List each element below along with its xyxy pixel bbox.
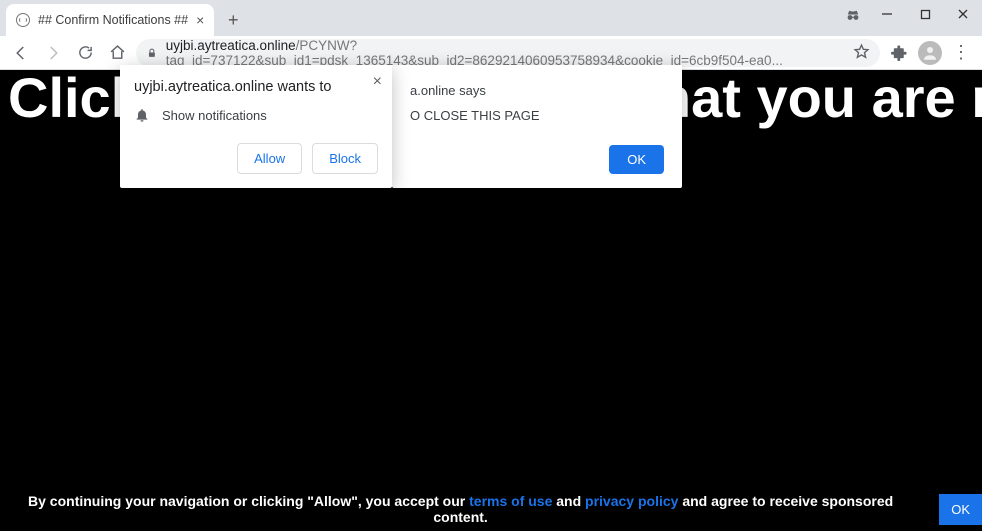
alert-origin: a.online says bbox=[410, 83, 664, 98]
permission-capability-row: Show notifications bbox=[134, 107, 378, 123]
allow-button[interactable]: Allow bbox=[237, 143, 302, 174]
block-button[interactable]: Block bbox=[312, 143, 378, 174]
url-host: uyjbi.aytreatica.online bbox=[166, 38, 296, 53]
consent-pre: By continuing your navigation or clickin… bbox=[28, 493, 469, 509]
close-window-button[interactable] bbox=[944, 0, 982, 28]
extensions-button[interactable] bbox=[886, 40, 912, 66]
address-bar[interactable]: uyjbi.aytreatica.online/PCYNW?tag_id=737… bbox=[136, 39, 880, 67]
dialog-stack: × uyjbi.aytreatica.online wants to Show … bbox=[120, 65, 682, 188]
tab-title: ## Confirm Notifications ## bbox=[38, 13, 188, 27]
alert-ok-button[interactable]: OK bbox=[609, 145, 664, 174]
new-tab-button[interactable]: + bbox=[220, 7, 246, 33]
window-controls bbox=[868, 0, 982, 28]
bookmark-star-icon[interactable] bbox=[853, 43, 870, 63]
lock-icon bbox=[146, 46, 158, 60]
javascript-alert: a.online says O CLOSE THIS PAGE OK bbox=[392, 65, 682, 188]
url-display: uyjbi.aytreatica.online/PCYNW?tag_id=737… bbox=[166, 38, 845, 68]
consent-bar: By continuing your navigation or clickin… bbox=[0, 493, 982, 525]
globe-icon bbox=[16, 13, 30, 27]
bell-icon bbox=[134, 107, 150, 123]
browser-menu-button[interactable]: ⋮ bbox=[948, 40, 974, 66]
terms-link[interactable]: terms of use bbox=[469, 493, 552, 509]
back-button[interactable] bbox=[8, 40, 34, 66]
popup-close-icon[interactable]: × bbox=[373, 73, 382, 91]
maximize-button[interactable] bbox=[906, 0, 944, 28]
browser-tab[interactable]: ## Confirm Notifications ## × bbox=[6, 4, 214, 36]
minimize-button[interactable] bbox=[868, 0, 906, 28]
permission-capability: Show notifications bbox=[162, 108, 267, 123]
permission-origin: uyjbi.aytreatica.online wants to bbox=[134, 79, 378, 95]
profile-avatar[interactable] bbox=[918, 41, 942, 65]
notification-permission-popup: × uyjbi.aytreatica.online wants to Show … bbox=[120, 65, 392, 188]
home-button[interactable] bbox=[104, 40, 130, 66]
titlebar: ## Confirm Notifications ## × + bbox=[0, 0, 982, 36]
forward-button[interactable] bbox=[40, 40, 66, 66]
alert-message: O CLOSE THIS PAGE bbox=[410, 108, 664, 123]
consent-ok-button[interactable]: OK bbox=[939, 494, 982, 525]
tab-close-icon[interactable]: × bbox=[196, 12, 204, 28]
consent-text: By continuing your navigation or clickin… bbox=[0, 493, 921, 525]
consent-and: and bbox=[552, 493, 585, 509]
privacy-link[interactable]: privacy policy bbox=[585, 493, 678, 509]
incognito-icon bbox=[844, 7, 862, 30]
reload-button[interactable] bbox=[72, 40, 98, 66]
